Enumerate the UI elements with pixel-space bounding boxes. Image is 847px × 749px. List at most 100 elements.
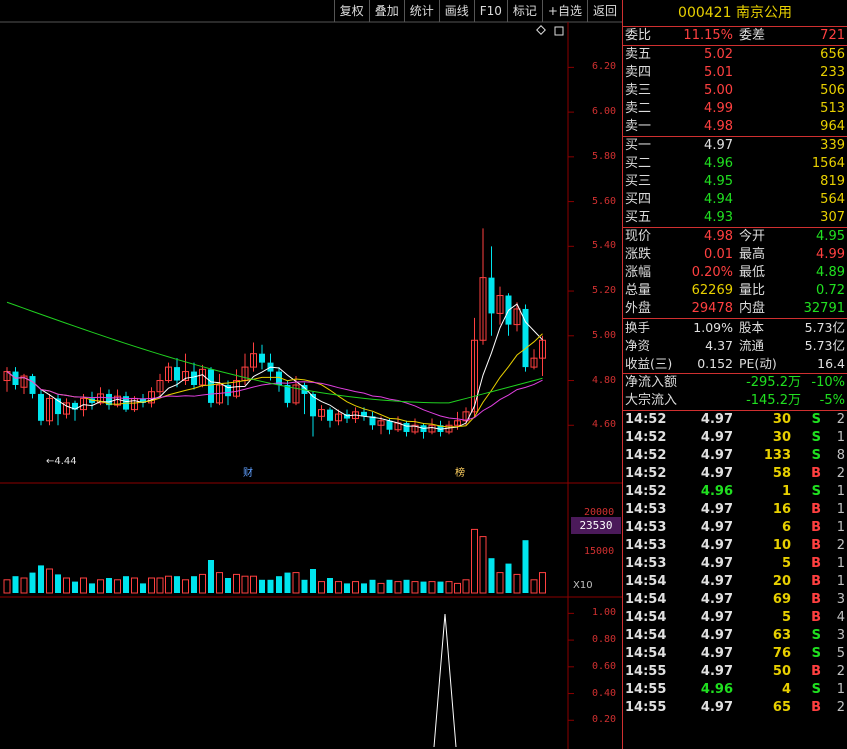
fund-value: 1.09%	[693, 320, 733, 335]
sell-volume: 233	[820, 65, 845, 80]
indicator-line	[433, 613, 457, 748]
square-icon	[554, 26, 564, 36]
indicator-tick-label-1: 0.80	[592, 634, 617, 646]
flow-row-1: 大宗流入 -145.2万 -5%	[623, 392, 847, 411]
tick-time: 14:54	[625, 610, 667, 625]
volume-bar	[403, 579, 410, 593]
tick-time: 14:53	[625, 502, 667, 517]
ma20-line	[6, 371, 543, 421]
tick-volume: 20	[772, 574, 791, 589]
toolbar-button-6[interactable]: +自选	[541, 0, 587, 22]
tick-count: 1	[836, 574, 845, 589]
tick-time: 14:52	[625, 466, 667, 481]
commission-diff-label: 委差	[739, 28, 766, 43]
quote-label-2: 内盘	[739, 301, 766, 316]
tick-price: 4.97	[700, 412, 733, 427]
quote-label-2: 今开	[739, 229, 766, 244]
volume-bar	[318, 581, 325, 594]
tick-side: S	[811, 628, 821, 643]
toolbar-button-1[interactable]: 叠加	[368, 0, 404, 22]
flow-pct: -5%	[819, 393, 845, 408]
sell-level-1: 卖四 5.01 233	[623, 64, 847, 82]
quote-value: 29478	[691, 301, 733, 316]
tick-volume: 10	[772, 538, 791, 553]
indicator-tick-label-3: 0.40	[592, 687, 617, 699]
event-tag-financial[interactable]: 财	[241, 467, 255, 480]
volume-bar	[174, 576, 180, 593]
volume-bar	[131, 577, 138, 594]
quote-label-2: 最低	[739, 265, 766, 280]
tick-count: 2	[836, 664, 845, 679]
kline-chart[interactable]	[0, 0, 622, 749]
toolbar-button-2[interactable]: 统计	[403, 0, 439, 22]
tick-time: 14:52	[625, 412, 667, 427]
price-tick-label-6: 5.00	[592, 329, 617, 341]
tick-time: 14:54	[625, 646, 667, 661]
tick-volume: 5	[781, 556, 791, 571]
tick-count: 8	[836, 448, 845, 463]
tick-row-0: 14:52 4.97 30 S 2	[623, 411, 847, 429]
tick-row-6: 14:53 4.97 6 B 1	[623, 519, 847, 537]
volume-bar	[394, 581, 402, 594]
volume-bar	[437, 581, 444, 593]
candle-body	[488, 277, 495, 314]
tick-volume: 30	[772, 412, 791, 427]
volume-tick-label-1: 15000	[584, 546, 615, 557]
toolbar-button-7[interactable]: 返回	[586, 0, 622, 22]
candle-body	[38, 393, 44, 421]
volume-bar	[148, 577, 155, 594]
fund-value-2: 16.4	[817, 356, 845, 371]
tick-volume: 30	[772, 430, 791, 445]
sell-level-label: 卖五	[625, 47, 652, 62]
buy-price: 4.97	[704, 138, 733, 153]
tick-price: 4.97	[700, 520, 733, 535]
toolbar-button-4[interactable]: F10	[473, 0, 507, 22]
buy-level-label: 买二	[625, 156, 652, 171]
buy-price: 4.96	[704, 156, 733, 171]
buy-volume: 1564	[811, 156, 845, 171]
price-tick-label-0: 6.20	[592, 61, 617, 73]
flow-value: -295.2万	[746, 375, 801, 390]
buy-price: 4.95	[704, 174, 733, 189]
sell-price: 4.98	[704, 119, 733, 134]
tick-time: 14:54	[625, 592, 667, 607]
toolbar-button-5[interactable]: 标记	[506, 0, 542, 22]
toolbar-button-0[interactable]: 复权	[333, 0, 369, 22]
quote-row-3: 总量 62269 量比 0.72	[623, 282, 847, 300]
kline-chart-area[interactable]: 复权 叠加 统计 画线 F10 标记 +自选 返回 6.20 6.00 5.80 5.60 5.40 5…	[0, 0, 622, 749]
tick-time: 14:52	[625, 430, 667, 445]
volume-bar	[327, 578, 333, 593]
fund-value-2: 5.73亿	[804, 320, 845, 335]
sell-volume: 506	[820, 83, 845, 98]
buy-level-4: 买五 4.93 307	[623, 209, 847, 228]
volume-unit-label: X10	[573, 580, 593, 591]
tick-side: S	[811, 484, 821, 499]
toolbar-button-3[interactable]: 画线	[438, 0, 474, 22]
tick-count: 2	[836, 466, 845, 481]
tick-row-4: 14:52 4.96 1 S 1	[623, 483, 847, 501]
quote-label: 外盘	[625, 301, 652, 316]
indicator-tick-label-2: 0.60	[592, 660, 617, 672]
tick-volume: 16	[772, 502, 791, 517]
quote-row-1: 涨跌 0.01 最高 4.99	[623, 246, 847, 264]
volume-bar	[123, 576, 129, 593]
buy-volume: 564	[820, 192, 845, 207]
tick-price: 4.97	[700, 664, 733, 679]
tick-count: 1	[836, 484, 845, 499]
candle-body	[284, 385, 291, 403]
event-tag-billboard[interactable]: 榜	[453, 467, 467, 480]
buy-level-0: 买一 4.97 339	[623, 137, 847, 155]
low-price-marker: ←4.44	[46, 456, 77, 467]
quote-row-0: 现价 4.98 今开 4.95	[623, 228, 847, 246]
tick-count: 5	[836, 646, 845, 661]
tick-row-13: 14:54 4.97 76 S 5	[623, 645, 847, 663]
volume-bar	[496, 572, 504, 594]
buy-price: 4.93	[704, 210, 733, 225]
volume-bar	[462, 579, 470, 594]
tick-time: 14:55	[625, 700, 667, 715]
tick-volume: 63	[772, 628, 791, 643]
tick-time: 14:52	[625, 448, 667, 463]
tick-row-7: 14:53 4.97 10 B 2	[623, 537, 847, 555]
tick-time: 14:55	[625, 682, 667, 697]
quote-value-2: 4.95	[816, 229, 845, 244]
